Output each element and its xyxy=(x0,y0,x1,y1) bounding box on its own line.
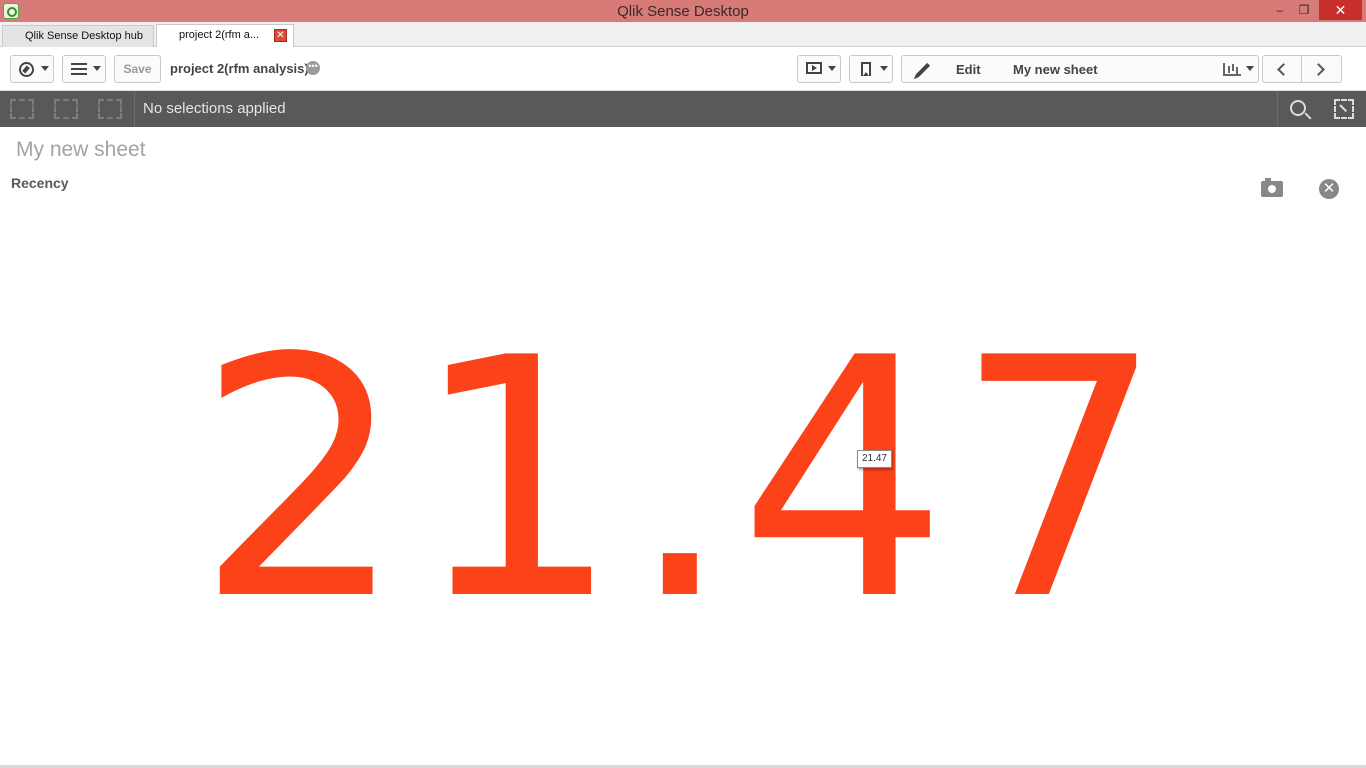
qlik-sense-window: Qlik Sense Desktop ‒ ❐ ✕ Qlik Sense Desk… xyxy=(0,0,1366,768)
next-sheet-button[interactable] xyxy=(1302,55,1342,83)
title-bar: Qlik Sense Desktop ‒ ❐ ✕ xyxy=(0,0,1366,22)
chart-icon xyxy=(1223,63,1241,76)
tab-label: Qlik Sense Desktop hub xyxy=(25,30,144,42)
app-overview-button[interactable] xyxy=(62,55,106,83)
list-icon xyxy=(71,63,87,75)
search-icon[interactable] xyxy=(1290,100,1306,116)
tab-bar: Qlik Sense Desktop hub project 2(rfm a..… xyxy=(0,22,1366,48)
bookmarks-button[interactable] xyxy=(849,55,893,83)
forward-icon[interactable] xyxy=(54,99,78,119)
chevron-left-icon xyxy=(1277,63,1290,76)
select-tool-icon[interactable] xyxy=(1334,99,1354,119)
chevron-down-icon xyxy=(828,66,836,71)
kpi-value[interactable]: 21.47 xyxy=(0,300,1366,660)
more-icon[interactable]: ••• xyxy=(306,61,320,75)
app-name: project 2(rfm analysis) xyxy=(170,61,309,76)
save-button[interactable]: Save xyxy=(114,55,161,83)
chevron-down-icon xyxy=(880,66,888,71)
edit-button[interactable]: Edit xyxy=(901,55,1005,83)
tab-project[interactable]: project 2(rfm a... ✕ xyxy=(156,24,294,48)
chevron-down-icon xyxy=(1246,66,1254,71)
window-close-button[interactable]: ✕ xyxy=(1319,0,1362,20)
storytelling-button[interactable] xyxy=(797,55,841,83)
previous-sheet-button[interactable] xyxy=(1262,55,1302,83)
current-sheet-label: My new sheet xyxy=(1013,62,1098,77)
chevron-down-icon xyxy=(41,66,49,71)
bookmark-icon xyxy=(861,62,871,76)
chevron-right-icon xyxy=(1312,63,1325,76)
app-toolbar: Save project 2(rfm analysis) ••• Edit My… xyxy=(0,47,1366,91)
pencil-icon xyxy=(915,62,931,78)
tab-label: project 2(rfm a... xyxy=(179,29,260,41)
sheet-title: My new sheet xyxy=(16,138,146,161)
global-menu-button[interactable] xyxy=(10,55,54,83)
tab-close-button[interactable]: ✕ xyxy=(274,29,287,42)
edit-label: Edit xyxy=(956,62,981,77)
divider xyxy=(1277,91,1278,127)
chevron-down-icon xyxy=(93,66,101,71)
clear-selections-icon[interactable] xyxy=(98,99,122,119)
back-icon[interactable] xyxy=(10,99,34,119)
compass-icon xyxy=(19,62,34,77)
camera-icon[interactable] xyxy=(1261,178,1283,197)
sheet-selector[interactable]: My new sheet xyxy=(1004,55,1259,83)
close-icon[interactable]: ✕ xyxy=(1319,179,1339,199)
maximize-button[interactable]: ❐ xyxy=(1290,0,1318,20)
divider xyxy=(134,91,135,127)
kpi-object-title: Recency xyxy=(11,175,69,191)
present-icon xyxy=(806,62,822,74)
selections-status: No selections applied xyxy=(143,100,286,117)
window-title: Qlik Sense Desktop xyxy=(617,3,749,20)
tab-hub[interactable]: Qlik Sense Desktop hub xyxy=(2,25,154,47)
selections-bar: No selections applied xyxy=(0,91,1366,127)
value-tooltip: 21.47 xyxy=(857,450,893,468)
